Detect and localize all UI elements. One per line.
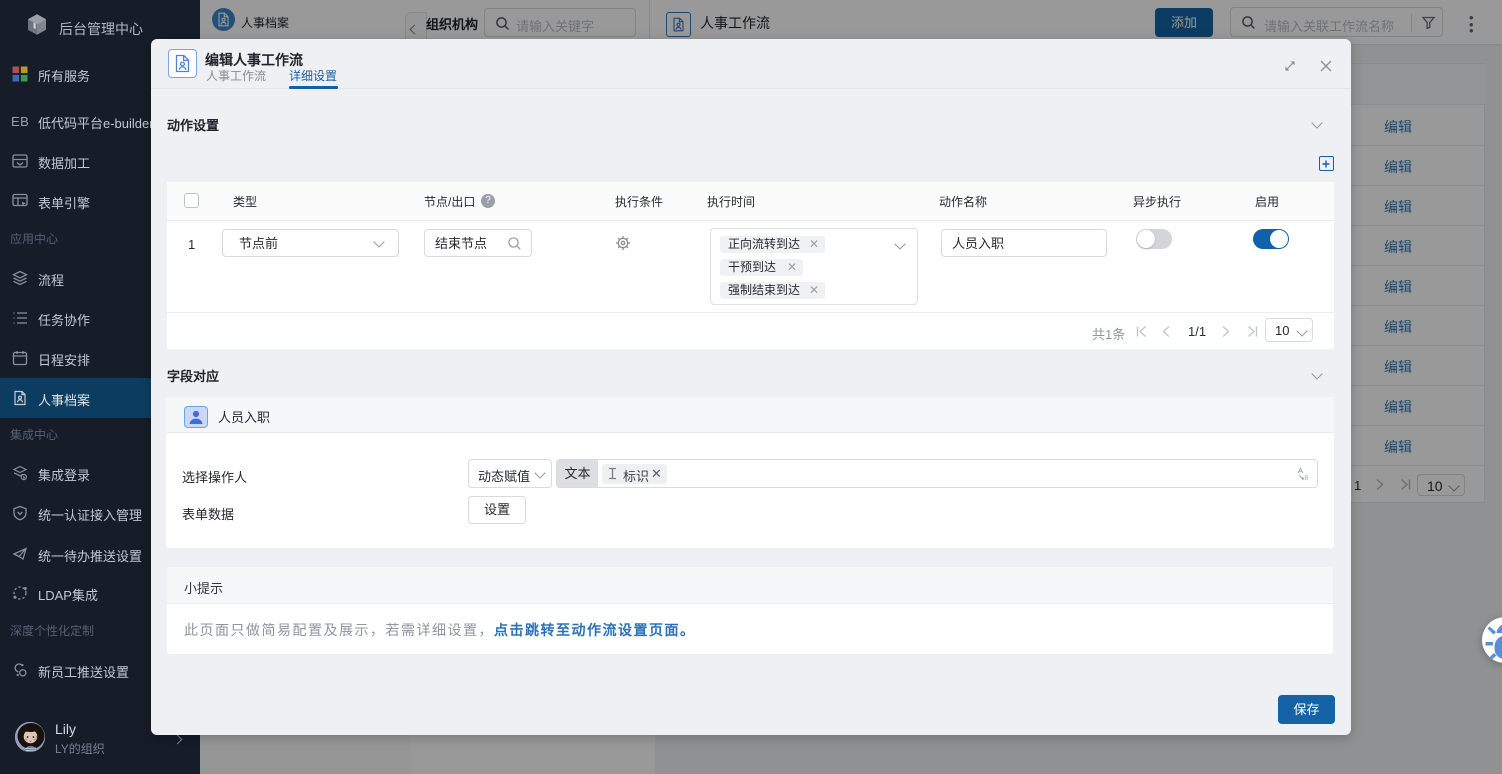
- svg-text:B: B: [1305, 476, 1309, 481]
